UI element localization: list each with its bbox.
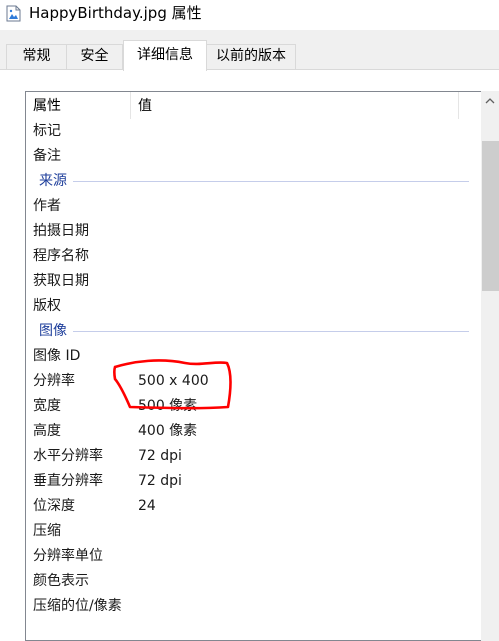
property-row[interactable]: 高度 400 像素: [26, 419, 481, 444]
property-label: 高度: [33, 423, 61, 439]
tab-previous-versions[interactable]: 以前的版本: [206, 44, 296, 69]
property-label: 标记: [33, 123, 61, 139]
vertical-scrollbar[interactable]: [481, 91, 499, 641]
property-row[interactable]: 宽度 500 像素: [26, 394, 481, 419]
details-page: 属性 值 标记备注来源作者拍摄日期程序名称获取日期版权图像图像 ID 分辨率 500…: [0, 70, 499, 641]
property-label: 分辨率单位: [33, 548, 103, 564]
tab-details[interactable]: 详细信息: [123, 40, 207, 71]
property-label: 拍摄日期: [33, 223, 89, 239]
window-title: HappyBirthday.jpg 属性: [29, 4, 202, 22]
scroll-up-arrow-icon[interactable]: [481, 91, 499, 111]
property-row[interactable]: 位深度 24: [26, 494, 481, 519]
property-row[interactable]: 水平分辨率 72 dpi: [26, 444, 481, 469]
header-separator[interactable]: [130, 92, 131, 119]
property-value[interactable]: 500 x 400: [138, 372, 209, 390]
property-list[interactable]: 属性 值 标记备注来源作者拍摄日期程序名称获取日期版权图像图像 ID 分辨率 500…: [25, 91, 499, 641]
group-header[interactable]: 图像: [26, 319, 481, 344]
property-row[interactable]: 分辨率单位: [26, 544, 481, 569]
property-row[interactable]: 拍摄日期: [26, 219, 481, 244]
property-row[interactable]: 颜色表示: [26, 569, 481, 594]
property-label: 压缩的位/像素: [33, 598, 122, 614]
group-label: 来源: [39, 173, 67, 189]
tab-security[interactable]: 安全: [66, 44, 123, 69]
property-value[interactable]: 72 dpi: [138, 472, 182, 490]
property-value[interactable]: 72 dpi: [138, 447, 182, 465]
property-row[interactable]: 获取日期: [26, 269, 481, 294]
property-row[interactable]: 压缩的位/像素: [26, 594, 481, 619]
title-bar: HappyBirthday.jpg 属性: [0, 0, 499, 30]
header-property[interactable]: 属性: [33, 98, 61, 114]
property-value[interactable]: 400 像素: [138, 422, 197, 440]
property-label: 垂直分辨率: [33, 473, 103, 489]
tab-general[interactable]: 常规: [6, 44, 67, 69]
property-value[interactable]: 500 像素: [138, 397, 197, 415]
property-label: 位深度: [33, 498, 75, 514]
property-row[interactable]: 备注: [26, 144, 481, 169]
property-label: 颜色表示: [33, 573, 89, 589]
property-row[interactable]: 分辨率 500 x 400: [26, 369, 481, 394]
group-divider: [73, 331, 469, 332]
property-label: 分辨率: [33, 373, 75, 389]
column-header: 属性 值: [26, 92, 481, 119]
header-value[interactable]: 值: [138, 98, 152, 114]
property-label: 图像 ID: [33, 348, 81, 364]
property-row[interactable]: 版权: [26, 294, 481, 319]
property-label: 宽度: [33, 398, 61, 414]
property-label: 备注: [33, 148, 61, 164]
property-value[interactable]: 24: [138, 497, 156, 515]
property-label: 压缩: [33, 523, 61, 539]
image-file-icon: [6, 5, 21, 22]
property-row[interactable]: 标记: [26, 119, 481, 144]
group-header[interactable]: 来源: [26, 169, 481, 194]
property-row[interactable]: 图像 ID: [26, 344, 481, 369]
property-row[interactable]: 压缩: [26, 519, 481, 544]
property-row[interactable]: 垂直分辨率 72 dpi: [26, 469, 481, 494]
property-label: 水平分辨率: [33, 448, 103, 464]
property-label: 版权: [33, 298, 61, 314]
group-divider: [73, 181, 469, 182]
header-separator[interactable]: [458, 92, 459, 119]
scroll-thumb[interactable]: [482, 141, 499, 291]
property-label: 作者: [33, 198, 61, 214]
group-label: 图像: [39, 323, 67, 339]
property-row[interactable]: 程序名称: [26, 244, 481, 269]
property-label: 获取日期: [33, 273, 89, 289]
property-label: 程序名称: [33, 248, 89, 264]
property-row[interactable]: 作者: [26, 194, 481, 219]
